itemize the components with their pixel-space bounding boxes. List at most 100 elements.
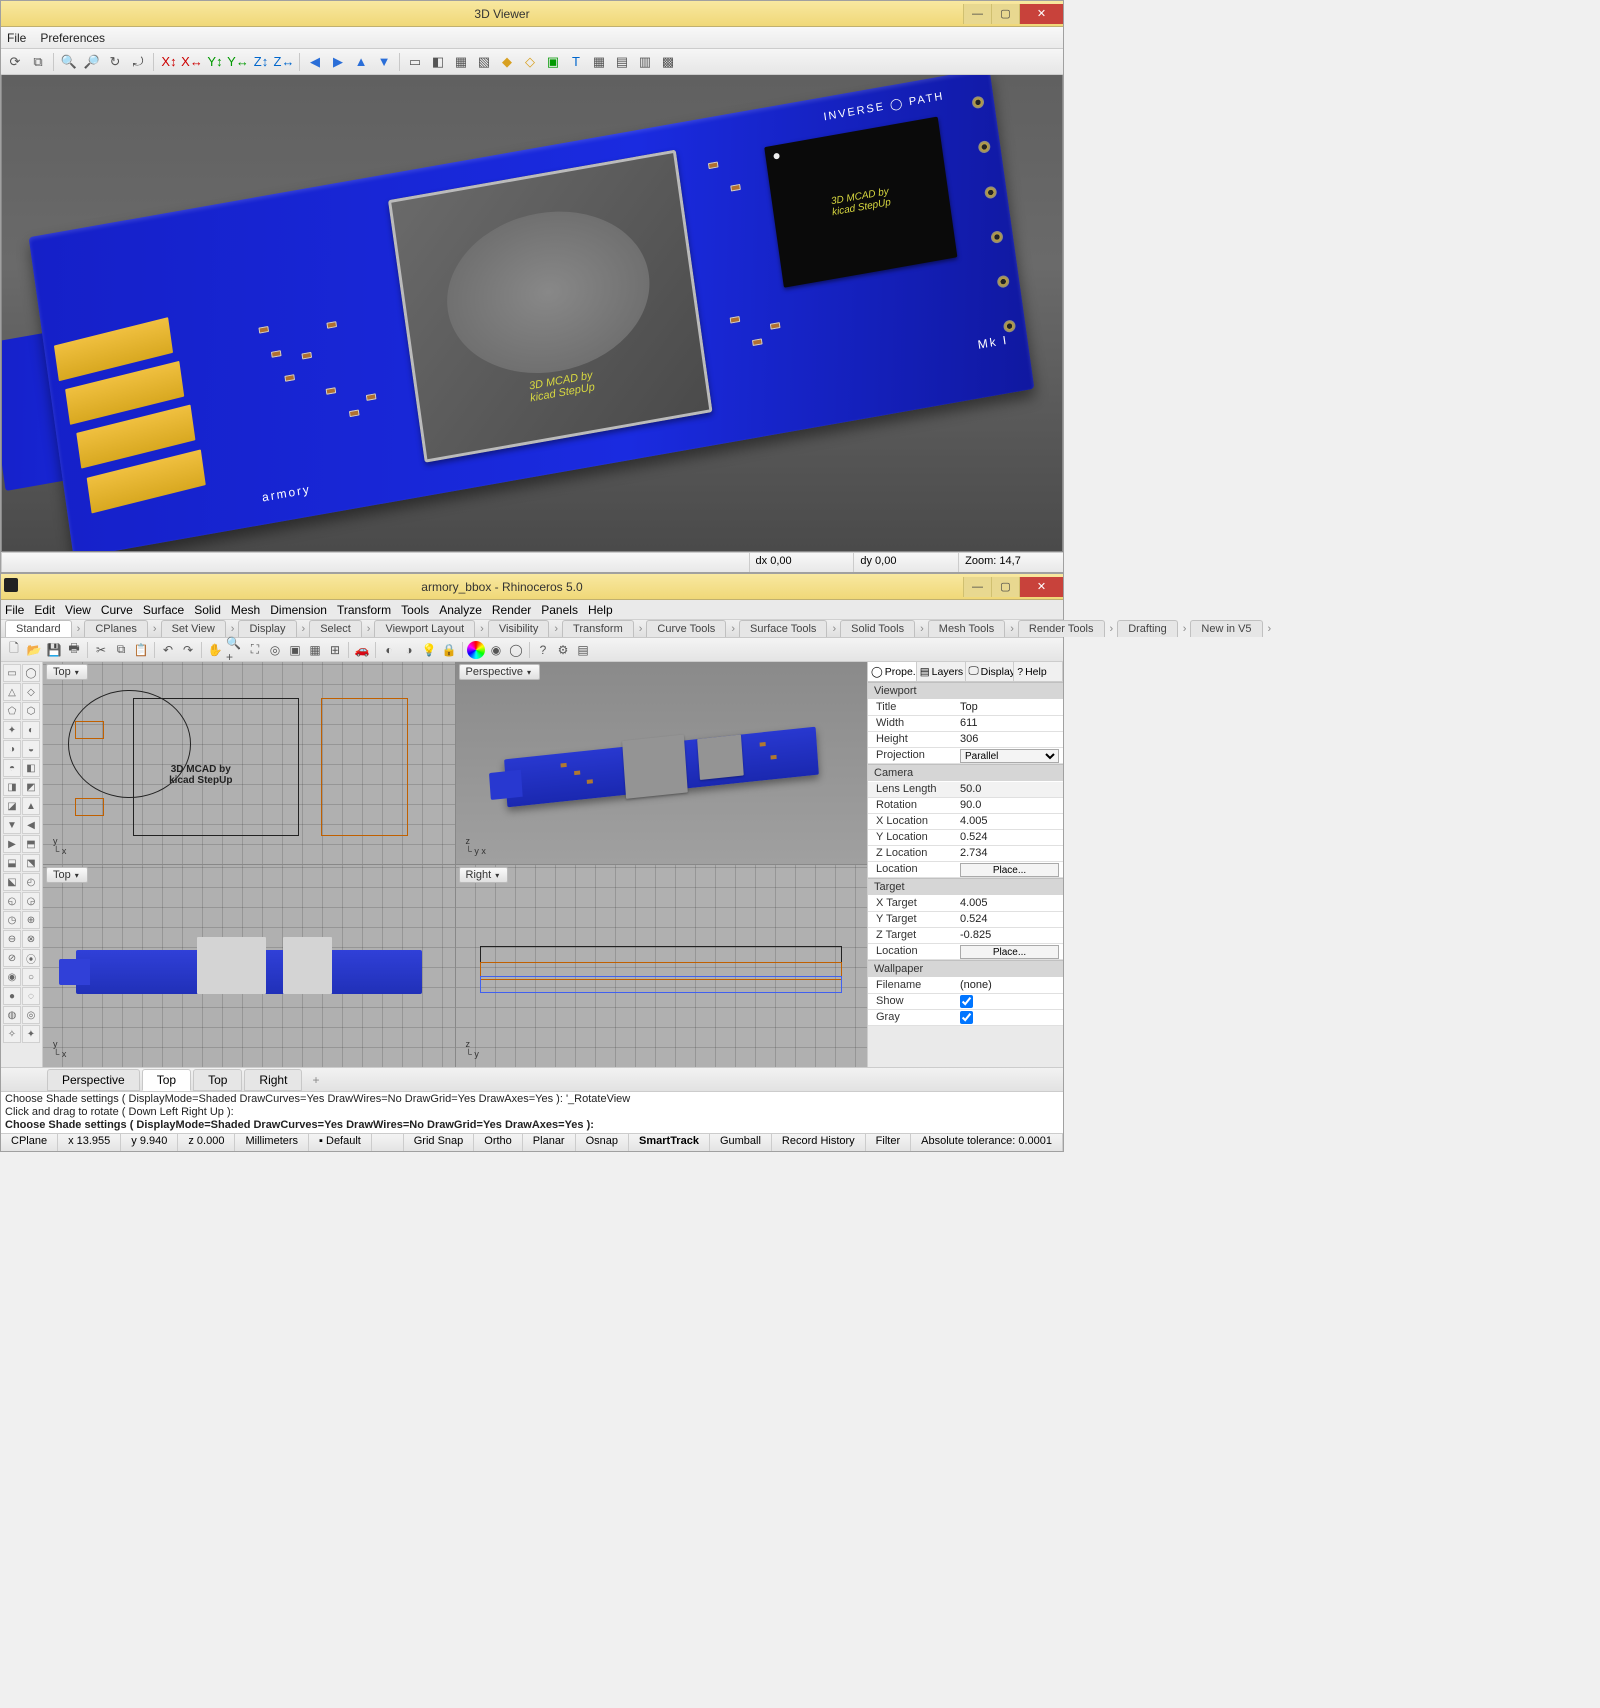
move-down-icon[interactable]: ▼ [374, 52, 394, 72]
tool-icon[interactable]: ◍ [3, 1006, 21, 1024]
vptab-add[interactable]: + [304, 1070, 327, 1090]
target-place-button[interactable]: Place... [960, 945, 1059, 959]
axis-yneg-icon[interactable]: Y↔ [228, 52, 248, 72]
viewport-right[interactable]: Right z└ y [456, 865, 868, 1067]
menu-dimension[interactable]: Dimension [270, 603, 327, 617]
props-icon[interactable]: ▤ [574, 641, 592, 659]
menu-mesh[interactable]: Mesh [231, 603, 260, 617]
menu-view[interactable]: View [65, 603, 91, 617]
grid2-icon[interactable]: ▤ [612, 52, 632, 72]
tool-icon[interactable]: ◇ [22, 683, 40, 701]
command-input[interactable] [594, 1119, 1059, 1132]
viewport-label[interactable]: Right [459, 867, 509, 883]
minimize-button[interactable]: — [963, 577, 991, 597]
menu-analyze[interactable]: Analyze [439, 603, 482, 617]
move-up-icon[interactable]: ▲ [351, 52, 371, 72]
menu-curve[interactable]: Curve [101, 603, 133, 617]
tool-icon[interactable]: ◧ [22, 759, 40, 777]
zoom-sel-icon[interactable]: ◎ [266, 641, 284, 659]
4view-icon[interactable]: ⊞ [326, 641, 344, 659]
tool-icon[interactable]: ⬒ [22, 835, 40, 853]
copy-icon[interactable]: ⧉ [112, 641, 130, 659]
viewport-label[interactable]: Top [46, 664, 88, 680]
vptab-top[interactable]: Top [142, 1069, 191, 1091]
wallpaper-show-checkbox[interactable] [960, 995, 973, 1008]
toggle-record-history[interactable]: Record History [772, 1134, 866, 1151]
tool-icon[interactable]: ⬔ [22, 854, 40, 872]
tool-icon[interactable]: ◴ [22, 873, 40, 891]
tool-icon[interactable]: ◪ [3, 797, 21, 815]
menu-tools[interactable]: Tools [401, 603, 429, 617]
tool-icon[interactable]: ◉ [3, 968, 21, 986]
cmdtab-cplanes[interactable]: CPlanes [84, 620, 148, 637]
panel-tab-properties[interactable]: ◯ Prope.. [868, 662, 917, 681]
tool-icon[interactable]: ▼ [3, 816, 21, 834]
tool-icon[interactable]: ▲ [22, 797, 40, 815]
lock-icon[interactable]: 🔒 [440, 641, 458, 659]
hide-icon[interactable]: ◐ [380, 641, 398, 659]
cmdtab-mesh-tools[interactable]: Mesh Tools [928, 620, 1005, 637]
minimize-button[interactable]: — [963, 4, 991, 24]
menu-preferences[interactable]: Preferences [40, 31, 105, 45]
print-icon[interactable]: 🖶 [65, 641, 83, 659]
layers2-icon[interactable]: ◇ [520, 52, 540, 72]
menu-help[interactable]: Help [588, 603, 613, 617]
menu-render[interactable]: Render [492, 603, 531, 617]
viewport-label[interactable]: Perspective [459, 664, 541, 680]
zoom-ex-icon[interactable]: ▣ [286, 641, 304, 659]
axis-zneg-icon[interactable]: Z↔ [274, 52, 294, 72]
bulb-icon[interactable]: 💡 [420, 641, 438, 659]
zoom-icon[interactable]: 🔍+ [226, 641, 244, 659]
wallpaper-gray-checkbox[interactable] [960, 1011, 973, 1024]
tool-icon[interactable]: ○ [22, 968, 40, 986]
viewport-perspective[interactable]: Perspective z└ y x [456, 662, 868, 864]
tool-icon[interactable]: ◩ [22, 778, 40, 796]
reload-icon[interactable]: ⟳ [5, 52, 25, 72]
cmdtab-select[interactable]: Select [309, 620, 362, 637]
move-right-icon[interactable]: ▶ [328, 52, 348, 72]
toggle-osnap[interactable]: Osnap [576, 1134, 629, 1151]
box1-icon[interactable]: ▦ [451, 52, 471, 72]
tool-icon[interactable]: △ [3, 683, 21, 701]
cmdtab-standard[interactable]: Standard [5, 620, 72, 637]
tool-icon[interactable]: ◒ [22, 740, 40, 758]
cmdtab-render-tools[interactable]: Render Tools [1018, 620, 1105, 637]
tool-icon[interactable]: ✦ [3, 721, 21, 739]
undo-icon[interactable]: ↶ [159, 641, 177, 659]
projection-select[interactable]: Parallel [960, 749, 1059, 763]
tool-icon[interactable]: ◵ [3, 892, 21, 910]
menu-surface[interactable]: Surface [143, 603, 184, 617]
close-button[interactable]: ✕ [1019, 577, 1063, 597]
cmdtab-set-view[interactable]: Set View [161, 620, 226, 637]
panel-tab-layers[interactable]: ▤ Layers [917, 662, 966, 681]
close-button[interactable]: ✕ [1019, 4, 1063, 24]
tool-icon[interactable]: ⊖ [3, 930, 21, 948]
tool-icon[interactable]: ● [3, 987, 21, 1005]
tool-icon[interactable]: ✧ [3, 1025, 21, 1043]
menu-transform[interactable]: Transform [337, 603, 391, 617]
vptab-top[interactable]: Top [193, 1069, 242, 1091]
rotate-icon[interactable]: ⤾ [128, 52, 148, 72]
grid3-icon[interactable]: ▥ [635, 52, 655, 72]
tool-icon[interactable]: ◨ [3, 778, 21, 796]
new-icon[interactable]: 🗋 [5, 641, 23, 659]
tool-icon[interactable]: ⬓ [3, 854, 21, 872]
box2-icon[interactable]: ▧ [474, 52, 494, 72]
tool-icon[interactable]: ◎ [22, 1006, 40, 1024]
help-icon[interactable]: ? [534, 641, 552, 659]
paste-icon[interactable]: 📋 [132, 641, 150, 659]
panel-tab-display[interactable]: 🖵 Display [966, 662, 1015, 681]
menu-edit[interactable]: Edit [34, 603, 55, 617]
view-icon[interactable]: ▦ [306, 641, 324, 659]
refresh-icon[interactable]: ↻ [105, 52, 125, 72]
pan-icon[interactable]: ✋ [206, 641, 224, 659]
text-icon[interactable]: T [566, 52, 586, 72]
cmdtab-solid-tools[interactable]: Solid Tools [840, 620, 915, 637]
render-icon[interactable] [467, 641, 485, 659]
status-cplane[interactable]: CPlane [1, 1134, 58, 1151]
zoom-fit-icon[interactable]: ⛶ [246, 641, 264, 659]
tool-icon[interactable]: ⊘ [3, 949, 21, 967]
layers-icon[interactable]: ◆ [497, 52, 517, 72]
tool-icon[interactable]: ⬕ [3, 873, 21, 891]
tool-icon[interactable]: ▶ [3, 835, 21, 853]
